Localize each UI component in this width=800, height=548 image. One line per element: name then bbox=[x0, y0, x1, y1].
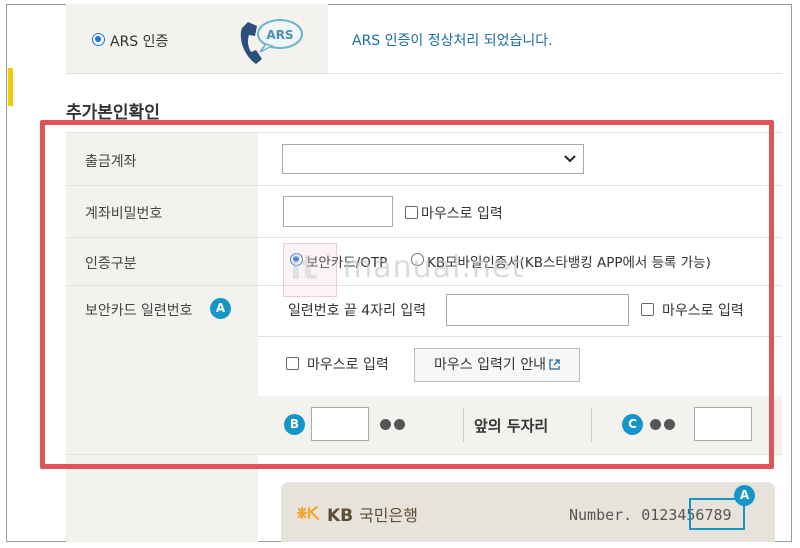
phone-ars-icon: ARS bbox=[240, 19, 303, 64]
kb-star-icon bbox=[296, 505, 320, 521]
ars-icon-text: ARS bbox=[266, 28, 293, 42]
ars-radio[interactable] bbox=[92, 33, 105, 46]
bank-name: 국민은행 bbox=[359, 506, 418, 525]
highlight-box bbox=[40, 120, 774, 469]
ars-status-text: ARS 인증이 정상처리 되었습니다. bbox=[352, 33, 553, 49]
ars-label: ARS 인증 bbox=[110, 34, 169, 50]
security-card-preview: KB 국민은행 Number. 0123456789 bbox=[281, 482, 775, 542]
ars-label-cell: ARS 인증 ARS bbox=[66, 4, 328, 74]
bank-logo-text: KB 국민은행 bbox=[327, 502, 418, 526]
ars-auth-row: ARS 인증 ARS ARS 인증이 정상처리 되었습니다. bbox=[66, 4, 782, 74]
bank-short: KB bbox=[327, 506, 354, 526]
card-badge-a: A bbox=[734, 485, 755, 506]
side-indicator bbox=[8, 68, 13, 106]
